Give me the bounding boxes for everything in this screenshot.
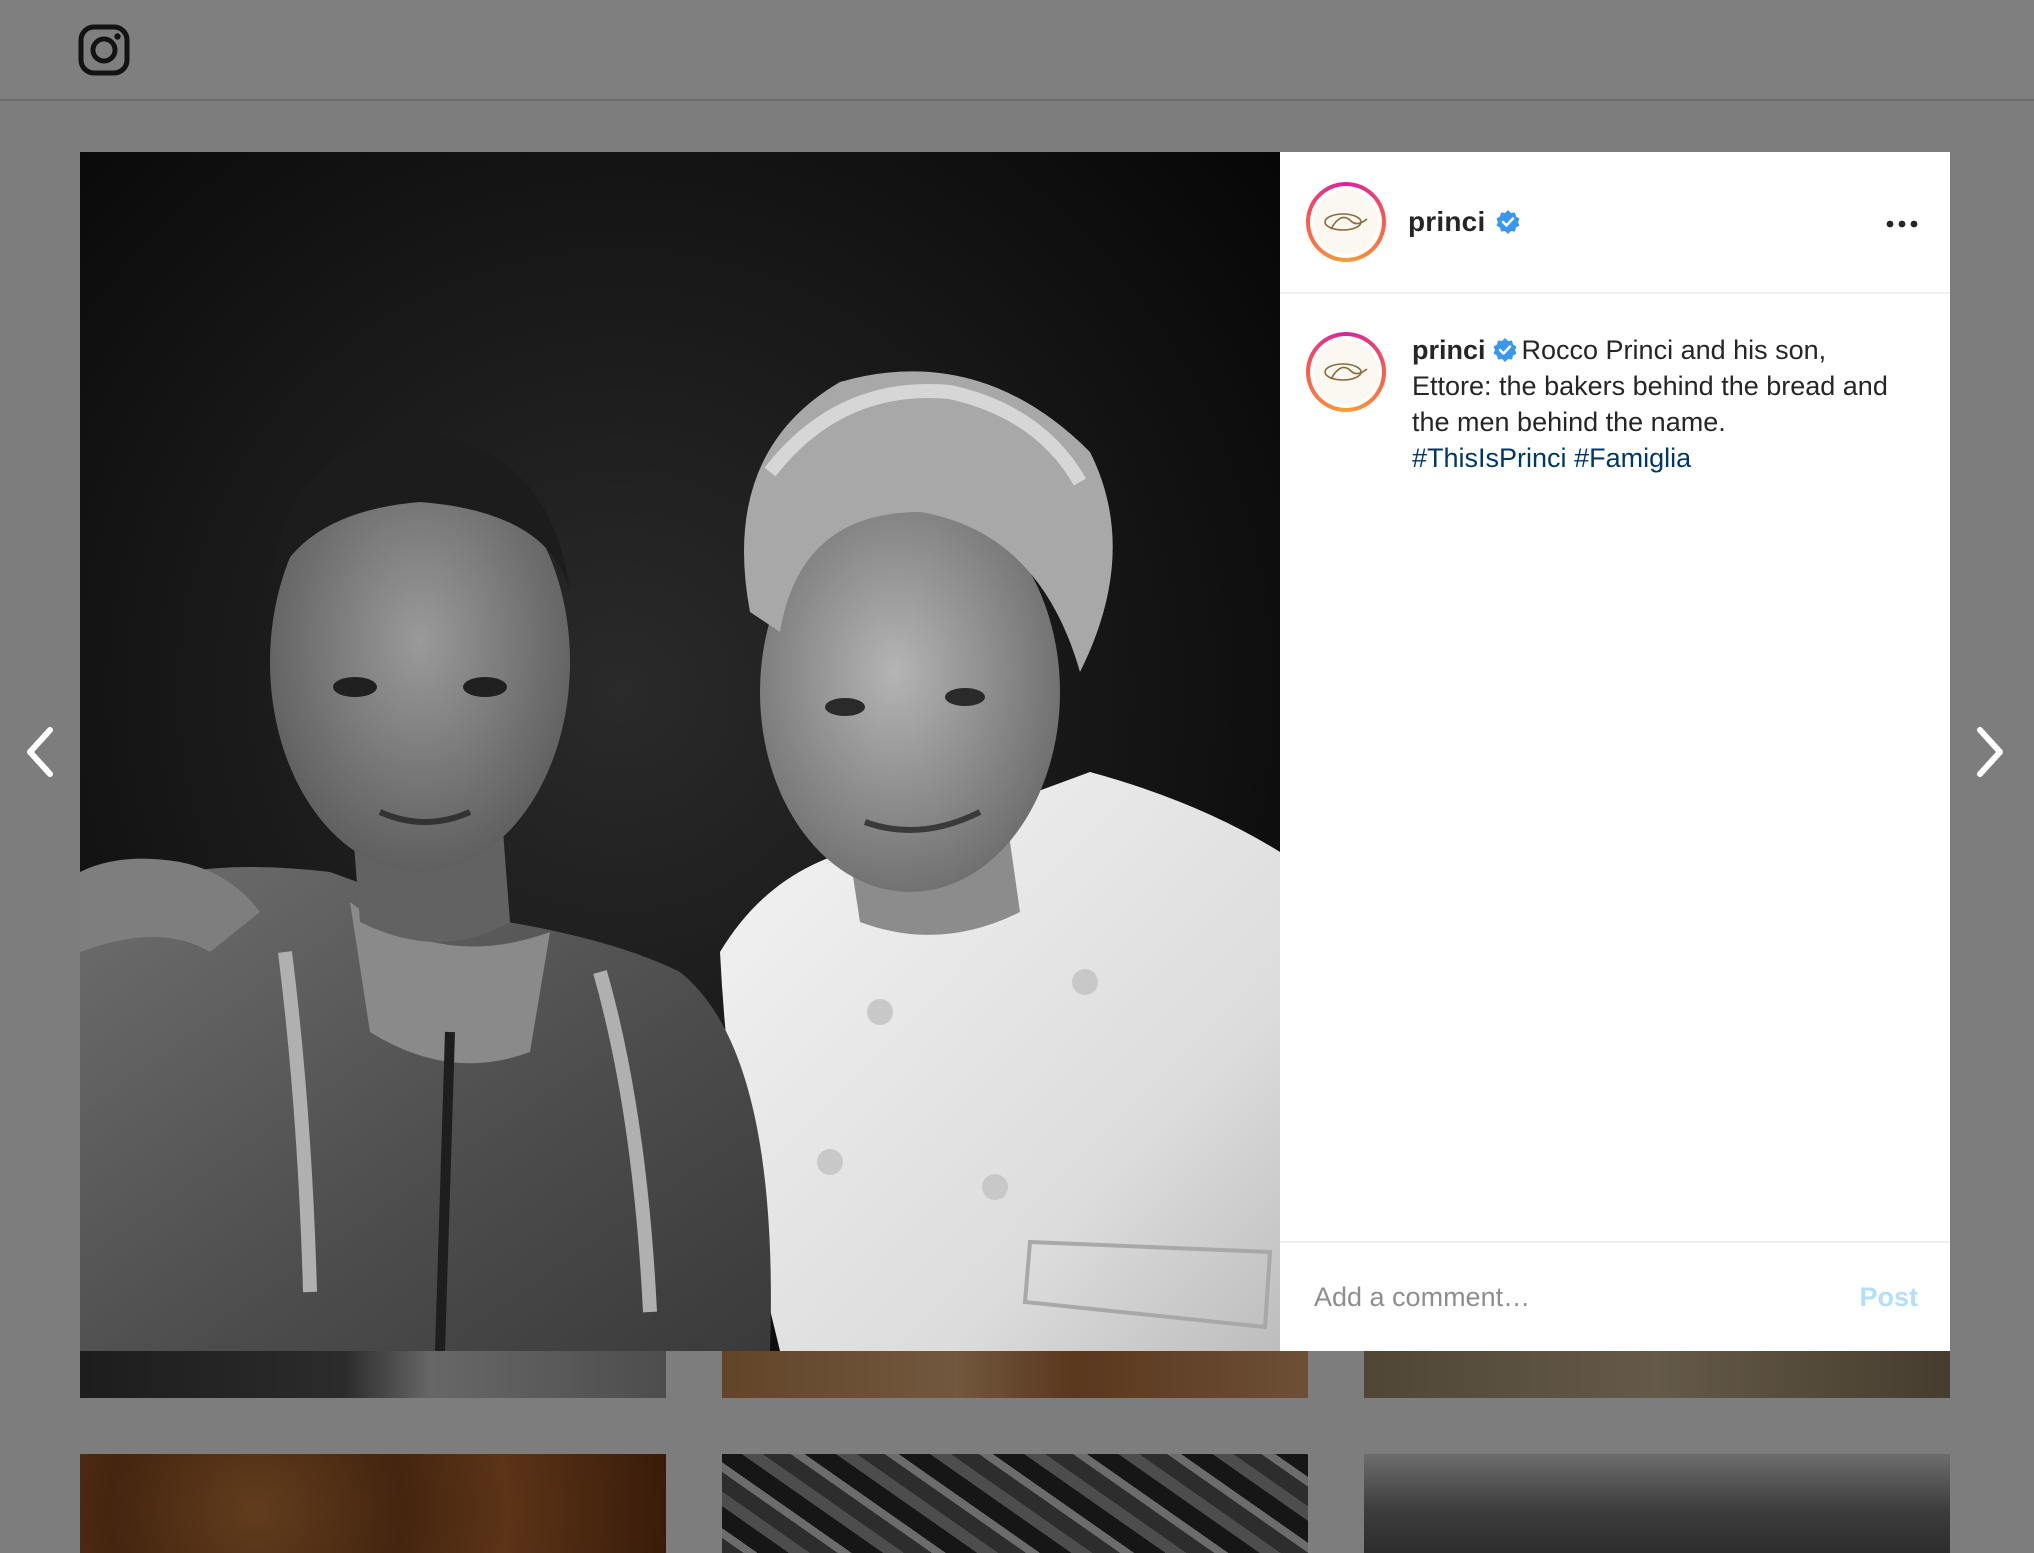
caption: princi Rocco Princi and his son, Ettore:… (1412, 332, 1892, 1241)
hashtag-link[interactable]: #ThisIsPrinci (1412, 443, 1567, 473)
caption-username[interactable]: princi (1412, 335, 1486, 365)
princi-logo-icon (1324, 363, 1368, 381)
post-comment-button[interactable]: Post (1859, 1282, 1918, 1313)
chevron-left-icon[interactable] (20, 722, 60, 782)
more-options-icon[interactable] (1884, 206, 1920, 242)
post-modal: princi princi Rocco Princi and his son, … (80, 152, 1950, 1351)
princi-logo-icon (1324, 213, 1368, 231)
caption-section: princi Rocco Princi and his son, Ettore:… (1280, 294, 1950, 1241)
comment-bar: Post (1280, 1241, 1950, 1351)
caption-avatar[interactable] (1306, 332, 1386, 412)
photo-illustration (80, 152, 1280, 1351)
verified-badge-icon (1496, 210, 1520, 234)
post-username[interactable]: princi (1408, 206, 1485, 238)
hashtag-link[interactable]: #Famiglia (1574, 443, 1691, 473)
chevron-right-icon[interactable] (1970, 722, 2010, 782)
post-photo[interactable] (80, 152, 1280, 1351)
avatar[interactable] (1306, 182, 1386, 262)
post-sidebar: princi princi Rocco Princi and his son, … (1280, 152, 1950, 1351)
post-header: princi (1280, 152, 1950, 294)
comment-input[interactable] (1312, 1280, 1860, 1314)
verified-badge-icon (1493, 338, 1517, 362)
